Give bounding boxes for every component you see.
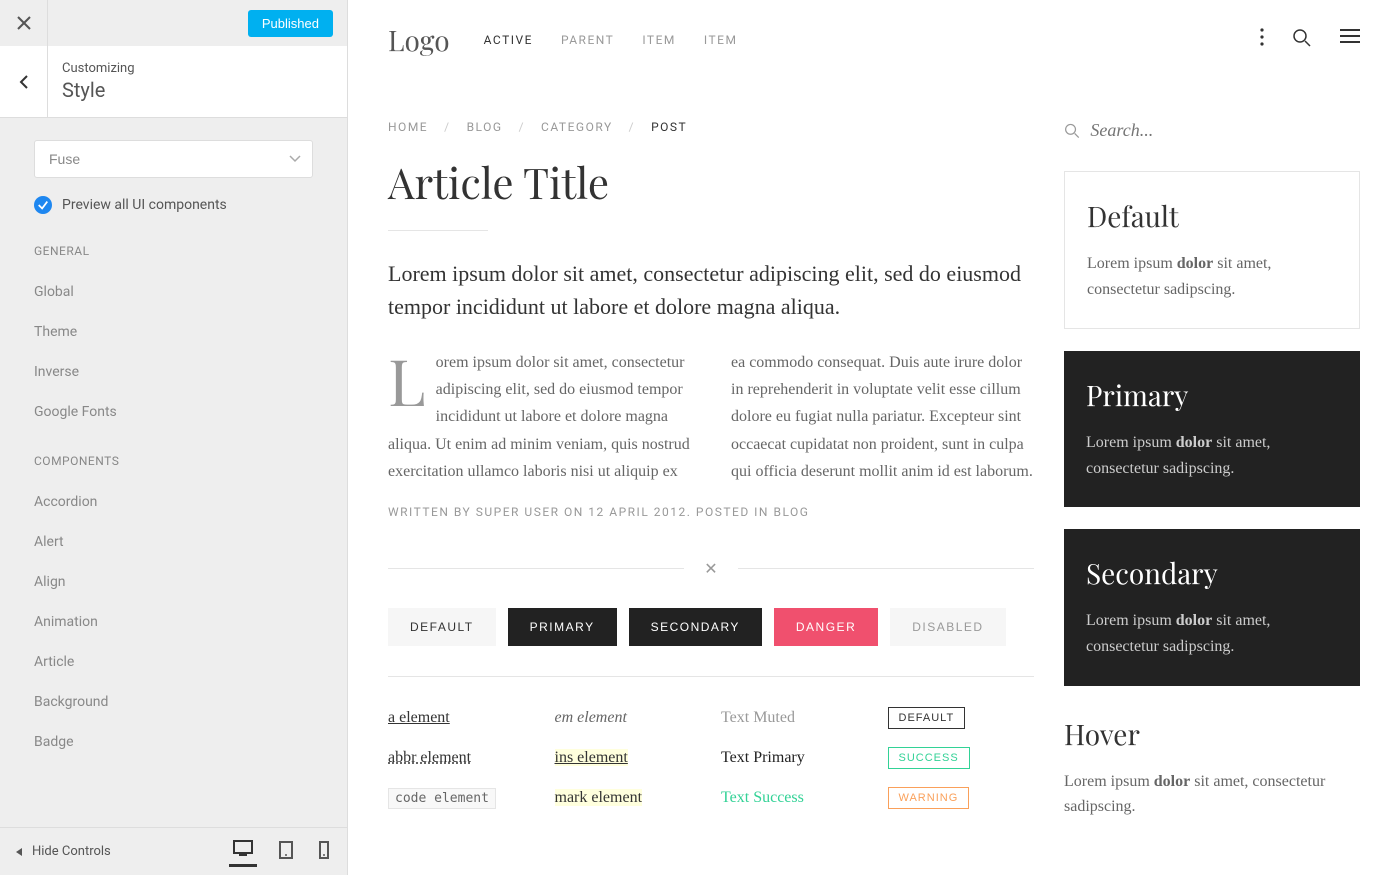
em-element: em element (555, 709, 702, 727)
search-icon[interactable] (1292, 28, 1312, 52)
default-button[interactable]: DEFAULT (388, 608, 496, 646)
logo[interactable]: Logo (388, 22, 450, 59)
secondary-button[interactable]: SECONDARY (629, 608, 762, 646)
card-text: Lorem ipsum dolor sit amet, consectetur … (1087, 251, 1337, 302)
more-icon[interactable] (1260, 28, 1264, 52)
label-default: DEFAULT (888, 707, 966, 729)
breadcrumb-separator: / (519, 120, 525, 134)
search-input[interactable] (1090, 120, 1360, 141)
primary-button[interactable]: PRIMARY (508, 608, 617, 646)
button-row: DEFAULT PRIMARY SECONDARY DANGER DISABLE… (388, 608, 1034, 646)
text-success: Text Success (721, 789, 868, 807)
lead-text: Lorem ipsum dolor sit amet, consectetur … (388, 257, 1034, 323)
preview-label: Preview all UI components (62, 197, 227, 213)
hover-text: Lorem ipsum dolor sit amet, consectetur … (1064, 769, 1360, 820)
article-body: Lorem ipsum dolor sit amet, consectetur … (388, 349, 1034, 485)
divider (388, 230, 488, 231)
customizer-sidebar: Published Customizing Style Fuse (0, 0, 348, 875)
a-element[interactable]: a element (388, 709, 535, 727)
group-heading: GENERAL (34, 244, 313, 258)
hide-controls-button[interactable]: Hide Controls (14, 844, 111, 859)
mobile-icon[interactable] (315, 837, 333, 867)
sidebar-item-align[interactable]: Align (34, 562, 313, 602)
sidebar-footer: Hide Controls (0, 827, 347, 875)
nav-item-parent[interactable]: PARENT (561, 33, 614, 47)
sidebar-item-global[interactable]: Global (34, 272, 313, 312)
label-success: SUCCESS (888, 747, 970, 769)
sidebar-topbar: Published (0, 0, 347, 46)
ins-element: ins element (555, 749, 628, 766)
style-select[interactable]: Fuse (34, 140, 313, 178)
article-title: Article Title (388, 154, 1034, 210)
abbr-element: abbr element (388, 749, 535, 767)
menu-icon[interactable] (1340, 28, 1360, 52)
breadcrumb-current: POST (651, 120, 687, 134)
card-secondary: Secondary Lorem ipsum dolor sit amet, co… (1064, 529, 1360, 685)
breadcrumb-item[interactable]: HOME (388, 120, 428, 134)
hover-title: Hover (1064, 716, 1360, 753)
section-title: Style (62, 78, 135, 102)
group-heading: COMPONENTS (34, 454, 313, 468)
desktop-icon[interactable] (229, 836, 257, 867)
breadcrumb-separator: / (629, 120, 635, 134)
card-default: Default Lorem ipsum dolor sit amet, cons… (1064, 171, 1360, 329)
breadcrumb-separator: / (444, 120, 450, 134)
breadcrumb: HOME / BLOG / CATEGORY / POST (388, 120, 1034, 134)
nav-item[interactable]: ITEM (642, 33, 676, 47)
breadcrumb-item[interactable]: CATEGORY (541, 120, 613, 134)
breadcrumb-item[interactable]: BLOG (467, 120, 503, 134)
hide-controls-label: Hide Controls (32, 844, 111, 859)
card-primary: Primary Lorem ipsum dolor sit amet, cons… (1064, 351, 1360, 507)
close-button[interactable] (0, 0, 48, 46)
main-content: HOME / BLOG / CATEGORY / POST Article Ti… (388, 80, 1034, 820)
card-title: Primary (1086, 377, 1338, 414)
sidebar-right: Default Lorem ipsum dolor sit amet, cons… (1064, 80, 1360, 820)
text-primary: Text Primary (721, 749, 868, 767)
sidebar-item-badge[interactable]: Badge (34, 722, 313, 762)
sidebar-item-inverse[interactable]: Inverse (34, 352, 313, 392)
preview-pane: Logo ACTIVE PARENT ITEM ITEM (348, 0, 1400, 875)
article-meta: WRITTEN BY SUPER USER ON 12 APRIL 2012. … (388, 505, 1034, 519)
tablet-icon[interactable] (275, 837, 297, 867)
sidebar-header: Customizing Style (0, 46, 347, 118)
mark-element: mark element (555, 789, 643, 806)
sidebar-item-animation[interactable]: Animation (34, 602, 313, 642)
sidebar-body: Fuse Preview all UI components GENERAL G… (0, 118, 347, 827)
divider (388, 676, 1034, 677)
top-nav: ACTIVE PARENT ITEM ITEM (484, 33, 738, 47)
card-text: Lorem ipsum dolor sit amet, consectetur … (1086, 430, 1338, 481)
nav-item[interactable]: ITEM (704, 33, 738, 47)
sidebar-item-accordion[interactable]: Accordion (34, 482, 313, 522)
sidebar-item-article[interactable]: Article (34, 642, 313, 682)
card-title: Secondary (1086, 555, 1338, 592)
preview-toggle[interactable]: Preview all UI components (34, 196, 313, 214)
disabled-button: DISABLED (890, 608, 1005, 646)
card-title: Default (1087, 198, 1337, 235)
back-button[interactable] (0, 46, 48, 118)
divider-icon: ✕ (388, 559, 1034, 578)
code-element: code element (388, 788, 496, 809)
sidebar-item-google-fonts[interactable]: Google Fonts (34, 392, 313, 432)
card-text: Lorem ipsum dolor sit amet, consectetur … (1086, 608, 1338, 659)
sidebar-item-alert[interactable]: Alert (34, 522, 313, 562)
nav-item-active[interactable]: ACTIVE (484, 33, 533, 47)
danger-button[interactable]: DANGER (774, 608, 878, 646)
preview-topbar: Logo ACTIVE PARENT ITEM ITEM (348, 0, 1400, 80)
text-muted: Text Muted (721, 709, 868, 727)
text-examples: a element em element Text Muted DEFAULT … (388, 707, 1034, 809)
publish-button[interactable]: Published (248, 10, 333, 37)
search-box[interactable] (1064, 120, 1360, 141)
check-icon (34, 196, 52, 214)
label-warning: WARNING (888, 787, 970, 809)
sidebar-item-background[interactable]: Background (34, 682, 313, 722)
sidebar-item-theme[interactable]: Theme (34, 312, 313, 352)
customizing-label: Customizing (62, 61, 135, 76)
